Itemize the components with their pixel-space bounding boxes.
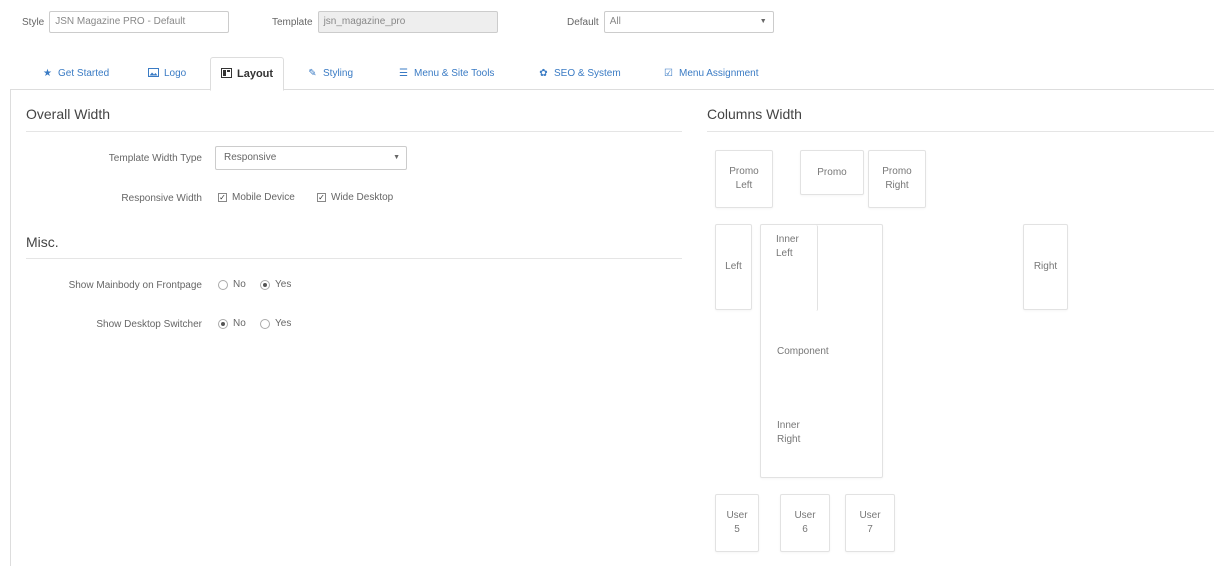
tab-menu-assignment[interactable]: ☑ Menu Assignment <box>653 57 769 90</box>
content-frame-border <box>10 90 11 566</box>
show-desktop-switcher-no-option[interactable]: No <box>218 318 246 329</box>
show-desktop-switcher-yes-radio[interactable] <box>260 318 270 329</box>
tab-logo[interactable]: Logo <box>138 57 196 90</box>
gear-icon: ✿ <box>539 68 548 79</box>
tab-menu-site-tools[interactable]: ☰ Menu & Site Tools <box>388 57 504 90</box>
column-right[interactable]: Right <box>1023 224 1068 310</box>
column-label: Left <box>776 248 793 259</box>
overall-width-title: Overall Width <box>26 106 111 122</box>
yes-label: Yes <box>275 318 292 329</box>
tab-label: Styling <box>323 68 354 79</box>
show-mainbody-yes-radio[interactable] <box>260 279 270 290</box>
show-mainbody-no-radio[interactable] <box>218 279 228 290</box>
column-promo-left[interactable]: Promo Left <box>715 150 773 208</box>
column-promo[interactable]: Promo <box>800 150 864 195</box>
star-icon: ★ <box>43 68 52 79</box>
column-label: Promo <box>882 166 912 177</box>
style-field: Style JSN Magazine PRO - Default <box>22 10 230 34</box>
top-toolbar: Style JSN Magazine PRO - Default Templat… <box>22 10 1202 34</box>
layout-icon <box>221 67 232 81</box>
tab-layout[interactable]: Layout <box>210 57 285 91</box>
default-label: Default <box>567 16 599 28</box>
column-label: Right <box>1033 261 1058 272</box>
show-desktop-switcher-yes-option[interactable]: Yes <box>260 318 291 329</box>
template-label: Template <box>272 16 313 28</box>
column-label: 7 <box>867 524 873 535</box>
tab-seo-system[interactable]: ✿ SEO & System <box>528 57 631 90</box>
tab-label: Menu Assignment <box>679 68 759 79</box>
no-label: No <box>233 279 246 290</box>
column-label: User <box>726 510 748 521</box>
template-field: Template jsn_magazine_pro <box>272 10 498 34</box>
column-user-6[interactable]: User 6 <box>780 494 830 552</box>
settings-tabs: ★ Get Started Logo Layout ✎ Styling ☰ Me… <box>10 55 1214 91</box>
default-select[interactable]: All ▼ <box>603 11 774 33</box>
chevron-down-icon: ▼ <box>393 154 400 161</box>
column-label: User <box>859 510 881 521</box>
misc-title: Misc. <box>26 234 59 250</box>
column-label: User <box>794 510 816 521</box>
image-icon <box>148 67 159 80</box>
wide-desktop-label: Wide Desktop <box>331 192 394 203</box>
column-label: Inner <box>777 420 800 431</box>
show-mainbody-yes-option[interactable]: Yes <box>260 279 291 290</box>
no-label: No <box>233 318 246 329</box>
mobile-device-checkbox[interactable]: ✓ <box>218 193 227 202</box>
default-field: Default All ▼ <box>567 10 774 34</box>
column-label: Left <box>735 180 753 191</box>
mobile-device-label: Mobile Device <box>232 192 295 203</box>
column-user-7[interactable]: User 7 <box>845 494 895 552</box>
style-input[interactable]: JSN Magazine PRO - Default <box>49 11 230 33</box>
template-width-type-select[interactable]: Responsive ▼ <box>215 146 407 170</box>
list-icon: ☰ <box>399 68 408 79</box>
section-divider <box>26 131 682 132</box>
show-desktop-switcher-no-radio[interactable] <box>218 318 228 329</box>
columns-width-title: Columns Width <box>707 106 802 122</box>
column-label: Right <box>885 180 909 191</box>
show-mainbody-label: Show Mainbody on Frontpage <box>68 280 202 291</box>
mobile-device-option[interactable]: ✓ Mobile Device <box>218 192 295 203</box>
brush-icon: ✎ <box>308 68 317 79</box>
column-label: Left <box>725 261 742 272</box>
style-label: Style <box>22 16 45 28</box>
column-label: 6 <box>802 524 808 535</box>
column-label: Right <box>777 434 801 445</box>
column-label: Component <box>777 346 829 357</box>
section-divider <box>707 131 1214 132</box>
tab-label: Get Started <box>58 68 110 79</box>
column-left[interactable]: Left <box>715 224 752 310</box>
template-width-type-label: Template Width Type <box>108 153 202 164</box>
wide-desktop-checkbox[interactable]: ✓ <box>317 193 326 202</box>
template-width-type-value: Responsive <box>224 152 277 163</box>
checkbox-icon: ☑ <box>664 68 673 79</box>
show-mainbody-no-option[interactable]: No <box>218 279 246 290</box>
column-inner-left[interactable]: Inner Left <box>762 225 818 311</box>
column-user-5[interactable]: User 5 <box>715 494 759 552</box>
wide-desktop-option[interactable]: ✓ Wide Desktop <box>317 192 393 203</box>
tab-label: Menu & Site Tools <box>414 68 495 79</box>
tab-styling[interactable]: ✎ Styling <box>297 57 363 90</box>
column-main-area: Inner Left Component Inner Right <box>760 224 883 478</box>
section-divider <box>26 258 682 259</box>
template-input: jsn_magazine_pro <box>317 11 498 33</box>
tab-label: Logo <box>164 68 187 79</box>
tab-label: Layout <box>237 68 274 80</box>
column-inner-right[interactable]: Inner Right <box>763 411 823 455</box>
column-component[interactable]: Component <box>769 341 849 363</box>
tab-get-started[interactable]: ★ Get Started <box>32 57 119 90</box>
show-desktop-switcher-label: Show Desktop Switcher <box>96 319 202 330</box>
chevron-down-icon: ▼ <box>759 18 767 25</box>
tab-label: SEO & System <box>554 68 621 79</box>
column-label: Promo <box>817 166 847 178</box>
default-select-value: All <box>609 16 621 27</box>
column-label: Promo <box>729 166 759 177</box>
column-label: Inner <box>776 234 799 245</box>
yes-label: Yes <box>275 279 292 290</box>
responsive-width-label: Responsive Width <box>121 193 202 204</box>
column-promo-right[interactable]: Promo Right <box>868 150 926 208</box>
column-label: 5 <box>734 524 740 535</box>
